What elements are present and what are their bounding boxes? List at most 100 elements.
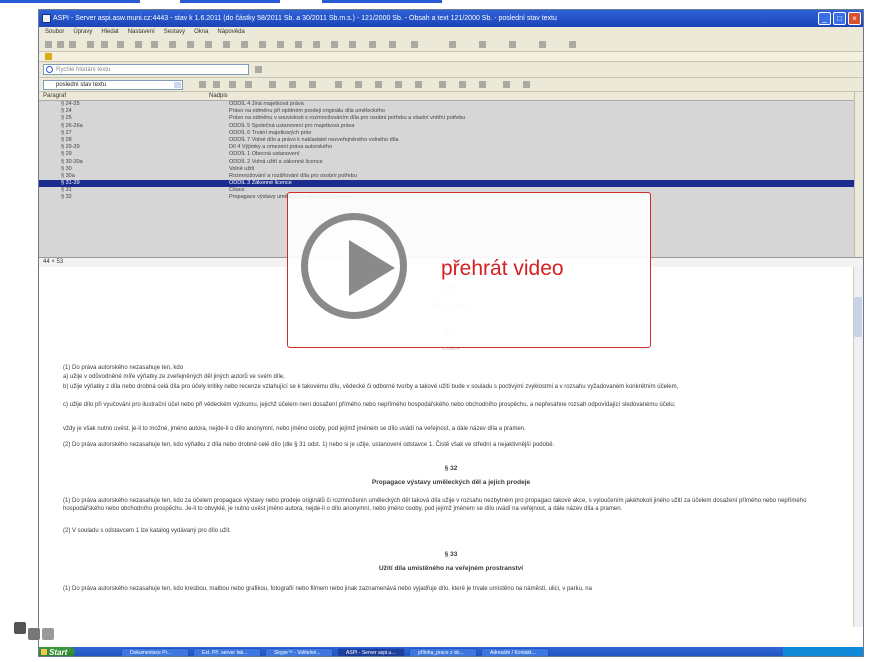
paragraph-33-1: (1) Do práva autorského nezasahuje ten, … (63, 586, 592, 592)
toolbar-button-9[interactable] (169, 41, 176, 48)
menu-okna[interactable]: Okna (194, 27, 208, 38)
player-settings-icon[interactable] (42, 628, 54, 640)
section-32-title: Propagace výstavy uměleckých děl a jejic… (371, 479, 531, 486)
menu-hledat[interactable]: Hledat (101, 27, 118, 38)
table-row-selected[interactable]: § 31-39 ODDÍL 3 Zákonné licence (39, 180, 863, 188)
toolbar-button-7[interactable] (135, 41, 142, 48)
taskbar-item[interactable]: Ext. Pří. server fak... (193, 648, 261, 656)
format-button-6[interactable] (289, 81, 296, 88)
column-header-paragraph[interactable]: Paragraf (43, 92, 66, 101)
menu-upravy[interactable]: Úpravy (73, 27, 92, 38)
format-button-11[interactable] (395, 81, 402, 88)
toolbar-button-4[interactable] (87, 41, 94, 48)
format-button-1[interactable] (199, 81, 206, 88)
taskbar-item[interactable]: Dokumentace Pr... (121, 648, 189, 656)
toolbar-button-14[interactable] (259, 41, 266, 48)
table-scrollbar[interactable] (854, 92, 863, 257)
format-button-15[interactable] (479, 81, 486, 88)
taskbar-item-active[interactable]: ASPI - Server aspi.u... (337, 648, 405, 656)
menu-nastaveni[interactable]: Nastavení (128, 27, 155, 38)
format-button-10[interactable] (375, 81, 382, 88)
toolbar-button-1[interactable] (45, 41, 52, 48)
folder-icon[interactable] (45, 53, 52, 60)
format-button-2[interactable] (213, 81, 220, 88)
table-row[interactable]: § 29-39 Díl 4 Výjimky a omezení práva aut… (39, 144, 863, 151)
row-title: ODDÍL 1 Obecná ustanovení (229, 151, 300, 158)
search-go-icon[interactable] (255, 66, 262, 73)
row-title: ODDÍL 3 Zákonné licence (229, 180, 292, 187)
toolbar-button-12[interactable] (223, 41, 230, 48)
row-title: Právo na odměnu při opětném prodeji orig… (229, 108, 385, 115)
table-row[interactable]: § 24-25 ODDÍL 4 Jiná majetková práva (39, 101, 863, 108)
format-button-8[interactable] (335, 81, 342, 88)
taskbar-item[interactable]: Skype™ - Volitelné... (265, 648, 333, 656)
row-title: ODDÍL 5 Společná ustanovení pro majetkov… (229, 122, 355, 129)
toolbar-button-17[interactable] (313, 41, 320, 48)
toolbar-button-10[interactable] (187, 41, 194, 48)
toolbar-button-2[interactable] (57, 41, 64, 48)
toolbar-button-23[interactable] (449, 41, 456, 48)
toolbar-button-20[interactable] (369, 41, 376, 48)
format-button-3[interactable] (229, 81, 236, 88)
toolbar-button-26[interactable] (539, 41, 546, 48)
toolbar-button-5[interactable] (101, 41, 108, 48)
taskbar-item[interactable]: Adresáře / Kontakt... (481, 648, 549, 656)
table-row[interactable]: § 24 Právo na odměnu při opětném prodeji … (39, 108, 863, 115)
search-input[interactable]: Rychlé hledání textu (43, 64, 249, 75)
table-row[interactable]: § 26-26a ODDÍL 5 Společná ustanovení pro … (39, 123, 863, 130)
table-row[interactable]: § 27 ODDÍL 6 Trvání majetkových práv (39, 130, 863, 137)
play-video-label[interactable]: přehrát video (441, 257, 564, 281)
table-row[interactable]: § 29 ODDÍL 1 Obecná ustanovení (39, 151, 863, 158)
toolbar-button-22[interactable] (411, 41, 418, 48)
format-button-14[interactable] (459, 81, 466, 88)
menu-napoveda[interactable]: Nápověda (217, 27, 244, 38)
table-row[interactable]: § 30a Rozmnožování a rozšiřování díla pro… (39, 173, 863, 180)
column-header-title[interactable]: Nadpis (209, 92, 228, 101)
format-button-12[interactable] (415, 81, 422, 88)
toolbar-button-3[interactable] (69, 41, 76, 48)
video-embed-page: ASPI - Server aspi.asw.muni.cz:4443 - st… (0, 0, 877, 662)
maximize-icon[interactable]: □ (833, 12, 846, 25)
toolbar-button-15[interactable] (277, 41, 284, 48)
format-button-13[interactable] (439, 81, 446, 88)
toolbar-button-19[interactable] (349, 41, 356, 48)
format-button-5[interactable] (269, 81, 276, 88)
play-icon[interactable] (349, 240, 395, 296)
document-scrollbar[interactable] (853, 267, 863, 627)
document-scrollbar-thumb[interactable] (854, 297, 862, 337)
format-button-4[interactable] (245, 81, 252, 88)
minimize-icon[interactable]: _ (818, 12, 831, 25)
toolbar-button-21[interactable] (389, 41, 396, 48)
toolbar-button-13[interactable] (241, 41, 248, 48)
toolbar-button-11[interactable] (205, 41, 212, 48)
player-volume-icon[interactable] (28, 628, 40, 640)
window-title: ASPI - Server aspi.asw.muni.cz:4443 - st… (53, 15, 557, 22)
paragraph-31-1b: b) užije výňatky z díla nebo drobná celá… (63, 384, 679, 390)
format-button-17[interactable] (523, 81, 530, 88)
format-button-9[interactable] (355, 81, 362, 88)
toolbar-button-25[interactable] (509, 41, 516, 48)
menu-sestavy[interactable]: Sestavy (164, 27, 185, 38)
taskbar-item[interactable]: příloha_prace z do... (409, 648, 477, 656)
top-link-2[interactable] (180, 0, 280, 3)
table-row[interactable]: § 30 Volné užití (39, 166, 863, 173)
top-link-3[interactable] (322, 0, 442, 3)
table-row[interactable]: § 28 ODDÍL 7 Volné dílo a právo k naklada… (39, 137, 863, 144)
table-row[interactable]: § 25 Právo na odměnu v souvislosti s rozm… (39, 115, 863, 122)
toolbar-button-18[interactable] (331, 41, 338, 48)
toolbar-button-27[interactable] (569, 41, 576, 48)
toolbar-button-6[interactable] (117, 41, 124, 48)
table-row[interactable]: § 30-30a ODDÍL 2 Volná užití a zákonné li… (39, 159, 863, 166)
state-select[interactable]: poslední stav textu (43, 80, 183, 90)
toolbar-button-24[interactable] (479, 41, 486, 48)
video-frame[interactable]: ASPI - Server aspi.asw.muni.cz:4443 - st… (38, 9, 864, 657)
close-icon[interactable]: × (848, 12, 861, 25)
toolbar-button-8[interactable] (151, 41, 158, 48)
format-button-7[interactable] (309, 81, 316, 88)
toolbar-button-16[interactable] (295, 41, 302, 48)
format-button-16[interactable] (503, 81, 510, 88)
player-button-icon[interactable] (14, 622, 26, 634)
menu-soubor[interactable]: Soubor (45, 27, 64, 38)
start-button[interactable]: Start (39, 647, 75, 656)
top-link-1[interactable] (0, 0, 140, 3)
